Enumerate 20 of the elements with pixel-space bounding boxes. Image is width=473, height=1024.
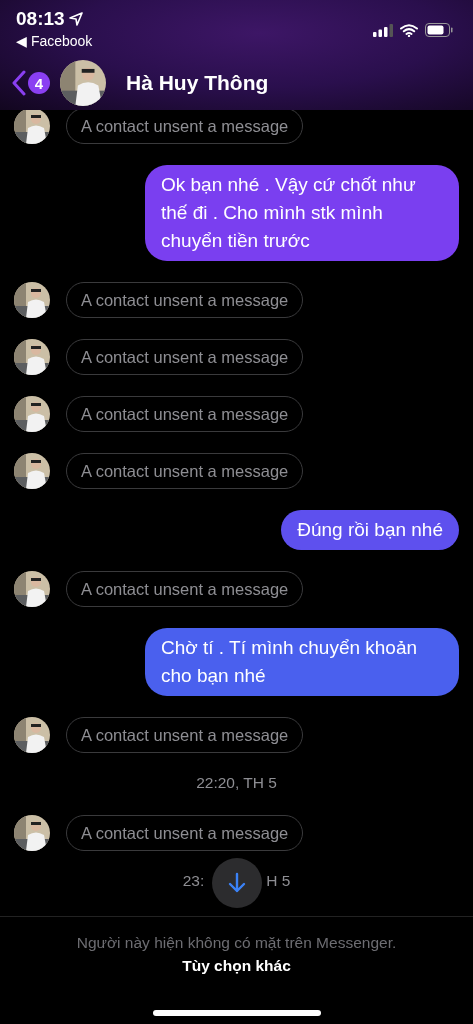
location-icon (68, 12, 83, 26)
sent-message: Chờ tí . Tí mình chuyển khoản cho bạn nhé (145, 628, 459, 696)
back-button[interactable]: 4 (12, 70, 50, 96)
arrow-down-icon (227, 872, 247, 894)
wifi-icon (400, 23, 418, 37)
scroll-down-button[interactable] (212, 858, 262, 908)
status-time: 08:13 (16, 8, 65, 30)
contact-name[interactable]: Hà Huy Thông (126, 71, 269, 95)
sent-message: Đúng rồi bạn nhé (281, 510, 459, 550)
back-to-app-link[interactable]: ◀ Facebook (16, 33, 93, 49)
battery-icon (425, 23, 453, 37)
timestamp: 22:20, TH 5 (196, 774, 277, 793)
timestamp: 23: (182, 872, 205, 891)
more-options-link[interactable]: Tùy chọn khác (182, 957, 291, 974)
unavailable-notice: Người này hiện không có mặt trên Messenger. Tùy chọn khác (75, 933, 398, 976)
sent-message: Ok bạn nhé . Vậy cứ chốt như thế đi . Cho mình stk mình chuyển tiền trước (145, 165, 459, 261)
timestamp: H 5 (266, 872, 291, 891)
unread-badge: 4 (28, 72, 50, 94)
signal-icon (373, 23, 393, 37)
chevron-left-icon (12, 70, 26, 96)
